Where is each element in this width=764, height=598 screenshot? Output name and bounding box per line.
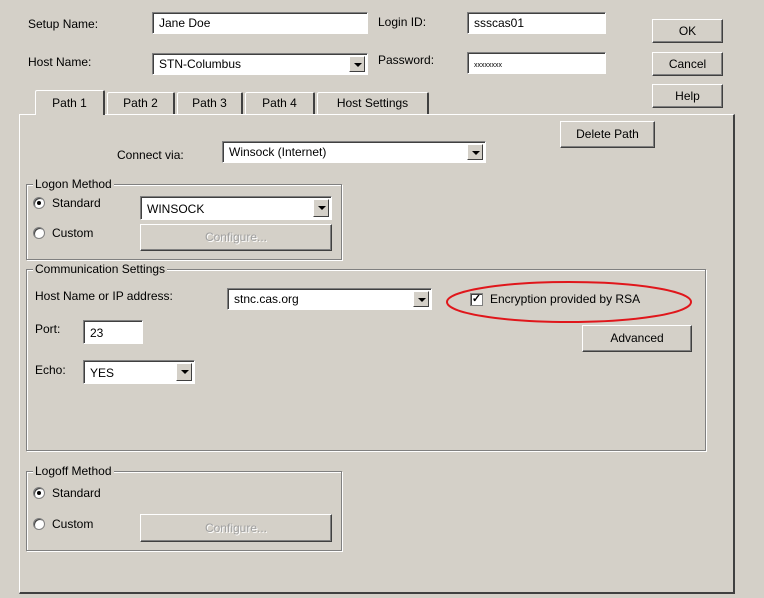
logoff-custom-radio[interactable] (33, 518, 45, 530)
host-name-select[interactable]: STN-Columbus (152, 53, 368, 75)
chevron-down-icon[interactable] (349, 56, 365, 72)
logoff-method-title: Logoff Method (33, 464, 114, 478)
cancel-button[interactable]: Cancel (652, 52, 723, 76)
logoff-standard-label: Standard (52, 486, 101, 500)
connect-via-select[interactable]: Winsock (Internet) (222, 141, 486, 163)
tab-path-2[interactable]: Path 2 (107, 92, 175, 114)
login-id-input[interactable]: ssscas01 (467, 12, 606, 34)
login-id-label: Login ID: (378, 15, 427, 29)
ok-button[interactable]: OK (652, 19, 723, 43)
setup-name-label: Setup Name: (28, 17, 99, 31)
port-label: Port: (35, 322, 61, 336)
communication-settings-title: Communication Settings (33, 262, 168, 276)
help-button[interactable]: Help (652, 84, 723, 108)
echo-select[interactable]: YES (83, 360, 195, 384)
port-input[interactable]: 23 (83, 320, 143, 344)
logon-script-select[interactable]: WINSOCK (140, 196, 332, 220)
logoff-custom-label: Custom (52, 517, 94, 531)
chevron-down-icon[interactable] (413, 291, 429, 307)
chevron-down-icon[interactable] (176, 363, 192, 381)
host-ip-value: stnc.cas.org (234, 292, 299, 306)
logon-standard-label: Standard (52, 196, 101, 210)
echo-label: Echo: (35, 363, 66, 377)
host-ip-select[interactable]: stnc.cas.org (227, 288, 432, 310)
logon-method-title: Logon Method (33, 177, 114, 191)
tab-path-3[interactable]: Path 3 (177, 92, 243, 114)
logoff-standard-radio[interactable] (33, 487, 45, 499)
tab-strip: Path 1 Path 2 Path 3 Path 4 Host Setting… (19, 90, 439, 116)
logoff-configure-button[interactable]: Configure... (140, 514, 332, 542)
advanced-button[interactable]: Advanced (582, 325, 692, 352)
password-input[interactable]: xxxxxxxx (467, 52, 606, 74)
host-ip-label: Host Name or IP address: (35, 289, 173, 303)
highlight-ellipse (446, 281, 692, 323)
echo-value: YES (90, 366, 115, 380)
password-label: Password: (378, 53, 435, 67)
logon-standard-radio[interactable] (33, 197, 45, 209)
tab-path-4[interactable]: Path 4 (245, 92, 315, 114)
tab-host-settings[interactable]: Host Settings (317, 92, 429, 114)
host-name-label: Host Name: (28, 55, 92, 69)
chevron-down-icon[interactable] (313, 199, 329, 217)
chevron-down-icon[interactable] (467, 144, 483, 160)
logon-custom-radio[interactable] (33, 227, 45, 239)
delete-path-button[interactable]: Delete Path (560, 121, 655, 148)
connect-via-value: Winsock (Internet) (229, 145, 327, 159)
connect-via-label: Connect via: (117, 148, 184, 162)
logon-custom-label: Custom (52, 226, 94, 240)
tab-path-1[interactable]: Path 1 (35, 90, 105, 115)
host-name-value: STN-Columbus (159, 57, 242, 71)
logon-script-value: WINSOCK (147, 202, 205, 216)
setup-name-input[interactable]: Jane Doe (152, 12, 368, 34)
logon-configure-button[interactable]: Configure... (140, 224, 332, 251)
